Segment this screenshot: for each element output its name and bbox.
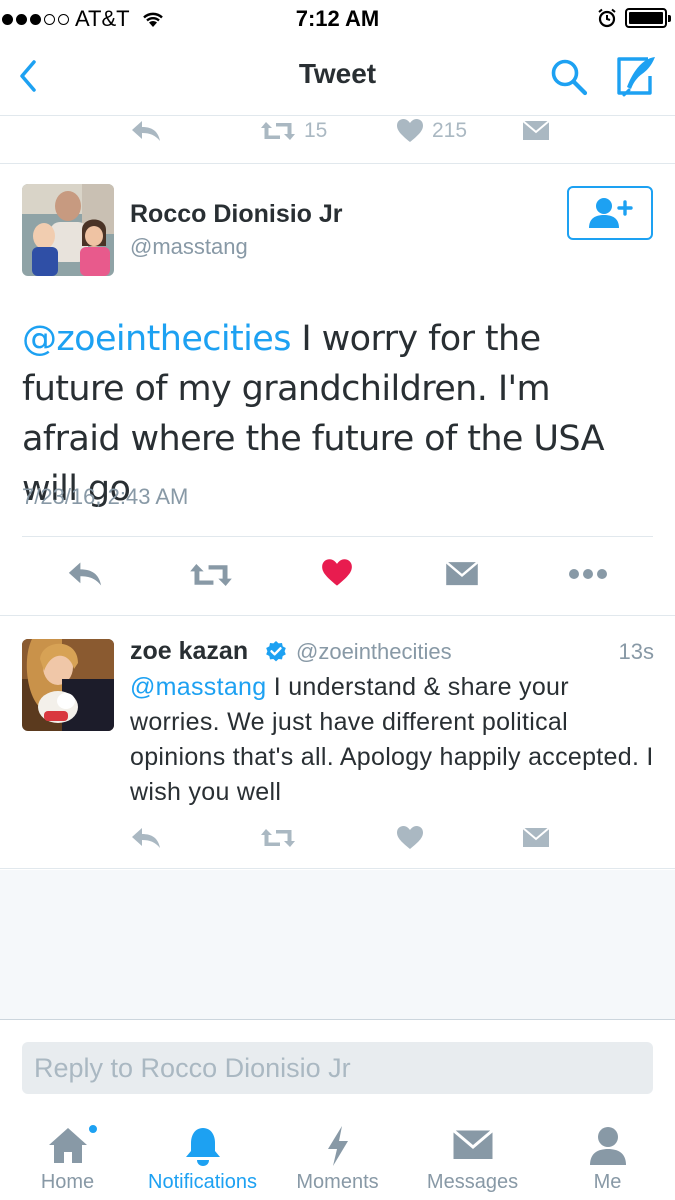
reply-input[interactable]: [22, 1042, 653, 1094]
tab-label: Moments: [296, 1171, 379, 1193]
retweet-icon: [261, 122, 295, 140]
reply-author-name[interactable]: zoe kazan: [130, 637, 248, 666]
like-button[interactable]: 215: [396, 118, 467, 144]
envelope-icon[interactable]: [445, 558, 479, 588]
author-name[interactable]: Rocco Dionisio Jr: [130, 200, 343, 229]
tab-label: Notifications: [148, 1171, 257, 1193]
previous-tweet-actions: 15 215: [0, 116, 675, 164]
envelope-icon: [452, 1129, 493, 1159]
battery-icon: [625, 8, 671, 28]
tab-notifications[interactable]: Notifications: [135, 1103, 270, 1200]
add-user-icon: [589, 198, 633, 228]
tweet-timestamp: 7/23/16, 2:43 AM: [22, 484, 189, 509]
tab-label: Me: [593, 1171, 622, 1193]
retweet-button[interactable]: 15: [260, 118, 327, 144]
reply-mention-link[interactable]: @masstang: [130, 673, 266, 701]
reply-header: zoe kazan @zoeinthecities 13s: [130, 637, 654, 669]
reply-author-avatar[interactable]: [22, 639, 114, 731]
author-handle[interactable]: @masstang: [130, 234, 248, 260]
alarm-icon: [598, 8, 616, 28]
retweet-count: 15: [304, 119, 328, 142]
search-icon[interactable]: [548, 56, 590, 98]
tab-bar: Home Notifications Moments Messages Me: [0, 1103, 675, 1200]
retweet-icon[interactable]: [260, 825, 296, 851]
lightning-icon: [327, 1126, 348, 1166]
navigation-bar: Tweet: [0, 38, 675, 116]
bell-icon: [185, 1128, 220, 1166]
divider: [22, 536, 653, 537]
tweet-mention-link[interactable]: @zoeinthecities: [22, 319, 291, 359]
person-icon: [589, 1127, 626, 1165]
reply-author-handle[interactable]: @zoeinthecities: [296, 639, 452, 665]
tab-home[interactable]: Home: [0, 1103, 135, 1200]
main-tweet-actions: [0, 556, 675, 596]
tab-messages[interactable]: Messages: [405, 1103, 540, 1200]
tab-moments[interactable]: Moments: [270, 1103, 405, 1200]
reply-button[interactable]: [130, 118, 162, 144]
envelope-icon: [522, 120, 550, 140]
notification-dot: [87, 1123, 99, 1135]
direct-message-button[interactable]: [522, 118, 550, 142]
main-tweet: Rocco Dionisio Jr @masstang @zoeinthecit…: [0, 164, 675, 616]
envelope-icon[interactable]: [522, 825, 550, 849]
reply-icon: [132, 121, 160, 141]
tab-label: Home: [40, 1171, 95, 1193]
reply-text: @masstang I understand & share your worr…: [130, 670, 660, 810]
status-right: [597, 8, 671, 28]
reply-composer: [0, 1021, 675, 1103]
reply-icon[interactable]: [130, 825, 162, 851]
verified-badge-icon: [266, 641, 286, 662]
retweet-icon[interactable]: [189, 559, 233, 591]
reply-tweet[interactable]: zoe kazan @zoeinthecities 13s @masstang …: [0, 617, 675, 869]
tab-me[interactable]: Me: [540, 1103, 675, 1200]
compose-tweet-icon[interactable]: [612, 54, 658, 98]
author-avatar[interactable]: [22, 184, 114, 276]
tab-label: Messages: [426, 1171, 519, 1193]
heart-icon[interactable]: [396, 825, 424, 851]
reply-age: 13s: [618, 639, 654, 664]
status-time: 7:12 AM: [295, 6, 380, 31]
like-count: 215: [432, 119, 468, 142]
reply-icon[interactable]: [66, 559, 104, 589]
home-icon: [48, 1128, 87, 1163]
reply-tweet-actions: [0, 821, 675, 853]
follow-button[interactable]: [567, 186, 653, 240]
heart-icon[interactable]: [321, 558, 353, 588]
more-options-icon[interactable]: [568, 568, 608, 580]
heart-icon: [397, 119, 423, 142]
status-bar: AT&T 7:12 AM: [0, 0, 675, 38]
empty-background: [0, 870, 675, 1020]
